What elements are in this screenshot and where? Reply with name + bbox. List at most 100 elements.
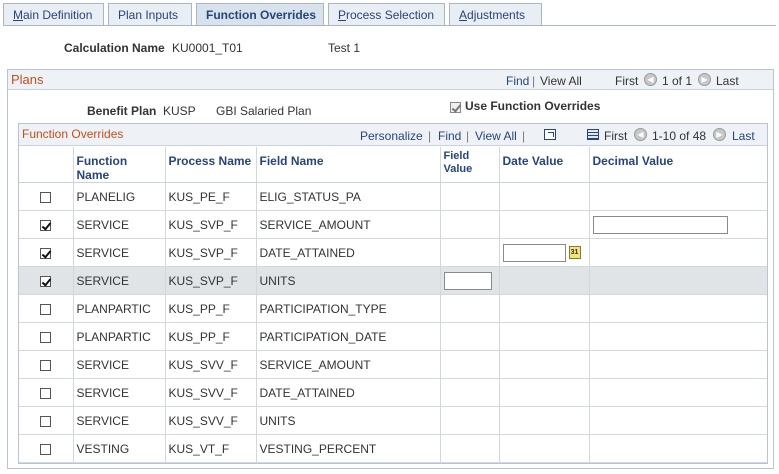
row-select-cell: [19, 378, 73, 407]
process-name-cell: KUS_SVP_F: [164, 238, 256, 267]
plans-find-link[interactable]: Find: [506, 74, 529, 88]
download-grid-icon[interactable]: [586, 129, 599, 141]
table-row: PLANPARTIC KUS_PP_F PARTICIPATION_TYPE: [19, 294, 767, 323]
date-value-cell: [498, 182, 589, 211]
plans-count: 1 of 1: [662, 74, 693, 88]
date-value-cell: [498, 378, 589, 407]
row-override-checkbox[interactable]: [40, 219, 51, 231]
function-name-header[interactable]: Function Name: [72, 147, 165, 183]
row-override-checkbox[interactable]: [40, 275, 51, 287]
grid-prev-icon: ◀: [634, 128, 647, 141]
table-row: PLANPARTIC KUS_PP_F PARTICIPATION_DATE: [19, 322, 767, 351]
function-name-cell: SERVICE: [72, 406, 165, 435]
table-row: PLANELIG KUS_PE_F ELIG_STATUS_PA: [19, 182, 767, 211]
field-value-cell: [439, 434, 499, 463]
plans-next-icon: ▶: [698, 73, 711, 86]
tab-adjustments-accel: A: [459, 8, 468, 22]
field-value-cell: [439, 210, 499, 239]
field-value-input[interactable]: [443, 271, 492, 290]
benefit-plan-description: GBI Salaried Plan: [216, 104, 312, 118]
row-select-cell: [19, 210, 73, 239]
field-value-cell: [439, 406, 499, 435]
grid-first-label: First: [604, 129, 628, 143]
calculation-description: Test 1: [328, 41, 361, 55]
table-row: SERVICE KUS_SVV_F SERVICE_AMOUNT: [19, 350, 767, 379]
function-overrides-title: Function Overrides: [22, 127, 124, 141]
plans-first-label: First: [615, 74, 639, 88]
decimal-value-cell: [588, 294, 767, 323]
tab-plan-inputs-label: Plan Inputs: [118, 8, 179, 22]
function-name-cell: SERVICE: [72, 210, 165, 239]
row-select-cell: [19, 406, 73, 435]
decimal-value-cell: [588, 406, 767, 435]
row-select-cell: [19, 350, 73, 379]
row-override-checkbox[interactable]: [40, 331, 51, 343]
field-value-cell: [439, 378, 499, 407]
row-override-checkbox[interactable]: [40, 191, 51, 203]
grid-separator-2: |: [466, 129, 470, 143]
row-override-checkbox[interactable]: [40, 303, 51, 315]
function-name-cell: VESTING: [72, 434, 165, 463]
tab-plan-inputs[interactable]: Plan Inputs: [108, 3, 192, 25]
row-select-cell: [19, 434, 73, 463]
grid-find-link[interactable]: Find: [438, 129, 461, 143]
decimal-value-header[interactable]: Decimal Value: [588, 147, 767, 183]
date-value-cell: [498, 294, 589, 323]
field-value-cell: [439, 294, 499, 323]
field-value-header-line2: Value: [443, 163, 473, 175]
table-row: VESTING KUS_VT_F VESTING_PERCENT: [19, 434, 767, 463]
calendar-icon[interactable]: 31: [568, 246, 581, 259]
table-row: SERVICE KUS_SVV_F UNITS: [19, 406, 767, 435]
process-name-cell: KUS_PP_F: [164, 294, 256, 323]
grid-last-link[interactable]: Last: [732, 129, 755, 143]
function-name-cell: SERVICE: [72, 378, 165, 407]
row-override-checkbox[interactable]: [40, 443, 51, 455]
field-name-header[interactable]: Field Name: [255, 147, 440, 183]
decimal-value-cell: [588, 350, 767, 379]
date-value-input[interactable]: [502, 243, 566, 262]
select-column-header: [19, 147, 73, 183]
tab-main-definition[interactable]: Main Definition: [3, 3, 104, 25]
plans-last-label: Last: [716, 74, 739, 88]
tab-adjustments[interactable]: Adjustments: [449, 3, 542, 25]
field-value-cell: [439, 182, 499, 211]
tab-process-selection-accel: P: [338, 8, 347, 22]
table-row: SERVICE KUS_SVP_F UNITS: [19, 266, 767, 295]
tab-process-selection[interactable]: Process Selection: [328, 3, 445, 25]
personalize-link[interactable]: Personalize: [360, 129, 423, 143]
row-select-cell: [19, 322, 73, 351]
row-select-cell: [19, 294, 73, 323]
decimal-value-cell: [588, 378, 767, 407]
process-name-cell: KUS_PP_F: [164, 322, 256, 351]
field-value-cell: [439, 266, 499, 295]
row-override-checkbox[interactable]: [40, 415, 51, 427]
plans-title: Plans: [11, 72, 44, 87]
date-value-cell: [498, 322, 589, 351]
zoom-grid-icon[interactable]: [544, 129, 557, 141]
plans-header-bar: [8, 70, 773, 90]
decimal-value-cell: [588, 182, 767, 211]
row-override-checkbox[interactable]: [40, 247, 51, 259]
tab-function-overrides[interactable]: Function Overrides: [196, 3, 324, 26]
tab-adjustments-label: djustments: [467, 8, 526, 22]
decimal-value-cell: [588, 322, 767, 351]
decimal-value-cell: [588, 434, 767, 463]
date-value-header[interactable]: Date Value: [498, 147, 589, 183]
decimal-value-input[interactable]: [592, 215, 728, 234]
field-name-cell: UNITS: [255, 406, 440, 435]
row-override-checkbox[interactable]: [40, 359, 51, 371]
field-value-header[interactable]: Field Value: [439, 147, 499, 183]
grid-view-all-link[interactable]: View All: [475, 129, 517, 143]
benefit-plan-value: KUSP: [163, 104, 196, 118]
row-override-checkbox[interactable]: [40, 387, 51, 399]
field-value-cell: [439, 238, 499, 267]
process-name-header[interactable]: Process Name: [164, 147, 256, 183]
use-function-overrides-checkbox[interactable]: [450, 102, 461, 114]
field-name-cell: DATE_ATTAINED: [255, 378, 440, 407]
process-name-cell: KUS_SVP_F: [164, 266, 256, 295]
function-name-cell: SERVICE: [72, 238, 165, 267]
date-value-cell: [498, 350, 589, 379]
field-name-cell: VESTING_PERCENT: [255, 434, 440, 463]
decimal-value-cell: [588, 210, 767, 239]
table-header-row: Function Name Process Name Field Name Fi…: [19, 147, 767, 183]
